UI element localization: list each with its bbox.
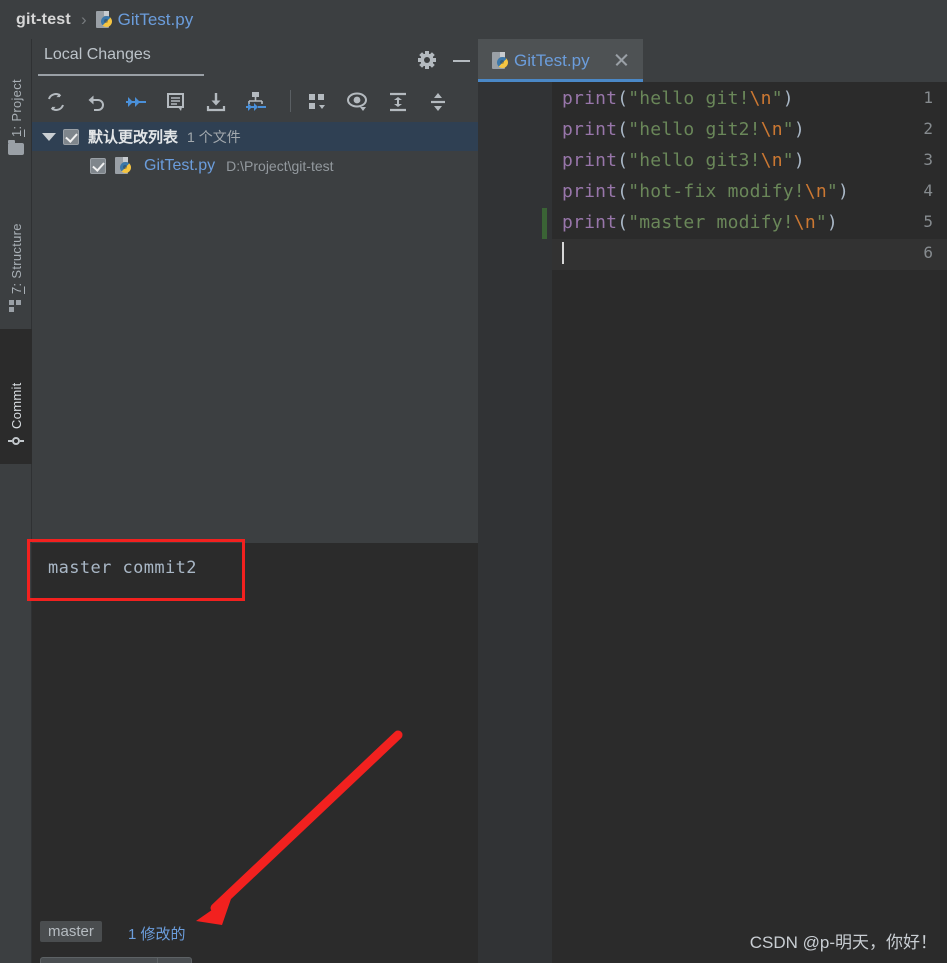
python-file-icon: [95, 10, 113, 29]
modified-files-link[interactable]: 1 修改的: [128, 923, 186, 944]
chevron-down-icon[interactable]: [42, 132, 56, 141]
breadcrumb-project[interactable]: git-test: [16, 11, 71, 29]
commit-message-input[interactable]: master commit2: [34, 548, 477, 610]
changelist-file-count: 1 个文件: [187, 128, 241, 145]
changelist-checkbox[interactable]: [63, 128, 79, 145]
commit-button[interactable]: Commit: [40, 957, 158, 963]
sidebar-item-commit-label: Commit: [8, 382, 24, 429]
editor-tab-label: GitTest.py: [514, 50, 590, 70]
minimize-icon[interactable]: [453, 51, 473, 71]
structure-icon: [0, 294, 32, 318]
branch-line: master 1 修改的: [32, 921, 478, 949]
commit-actions: Commit Amend: [32, 957, 478, 963]
sidebar-item-project[interactable]: 1: Project: [0, 43, 32, 163]
eye-preview-icon[interactable]: [346, 90, 370, 114]
watermark: CSDN @p-明天，你好！: [749, 933, 937, 952]
sidebar-item-project-label: 1: Project: [8, 79, 24, 137]
gear-icon[interactable]: [418, 51, 438, 71]
breadcrumb-separator: ›: [80, 9, 87, 29]
modified-line-marker[interactable]: [542, 208, 547, 239]
panel-header: Local Changes: [32, 39, 478, 82]
editor-tab-gittest[interactable]: GitTest.py: [478, 39, 643, 82]
python-file-icon: [492, 51, 509, 70]
text-caret: [562, 242, 564, 264]
code-line[interactable]: print("hot-fix modify!\n"): [562, 181, 849, 202]
code-line[interactable]: print("master modify!\n"): [562, 212, 838, 233]
diff-collapse-icon[interactable]: [124, 90, 148, 114]
line-number-gutter: [478, 82, 552, 963]
code-line[interactable]: print("hello git3!\n"): [562, 150, 805, 171]
move-changelist-icon[interactable]: [244, 90, 268, 114]
rollback-icon[interactable]: [84, 90, 108, 114]
code-line[interactable]: print("hello git2!\n"): [562, 119, 805, 140]
line-number: 1: [923, 88, 933, 107]
file-path: D:\Project\git-test: [226, 157, 334, 174]
shelve-download-icon[interactable]: [204, 90, 228, 114]
expand-all-icon[interactable]: [386, 90, 410, 114]
line-number: 3: [923, 150, 933, 169]
changes-toolbar: [32, 82, 478, 122]
ide-window: git-test › GitTest.py 1: Project 7: Stru…: [0, 0, 947, 963]
editor-tab-strip: GitTest.py: [478, 39, 947, 82]
code-editor[interactable]: 1 print("hello git!\n") 2 print("hello git2…: [478, 82, 947, 963]
commit-node-icon: [0, 429, 32, 453]
folder-icon: [0, 137, 32, 161]
commit-dropdown-button[interactable]: [158, 957, 192, 963]
line-number: 6: [923, 243, 933, 262]
line-number: 4: [923, 181, 933, 200]
tab-underline: [38, 74, 204, 76]
sidebar-item-structure[interactable]: 7: Structure: [0, 179, 32, 324]
branch-badge: master: [40, 921, 102, 942]
changed-file-row[interactable]: GitTest.py D:\Project\git-test: [32, 151, 478, 180]
refresh-icon[interactable]: [44, 90, 68, 114]
code-line[interactable]: print("hello git!\n"): [562, 88, 794, 109]
line-number: 2: [923, 119, 933, 138]
file-checkbox[interactable]: [90, 157, 106, 174]
line-number: 5: [923, 212, 933, 231]
group-by-icon[interactable]: [306, 90, 330, 114]
comment-icon[interactable]: [164, 90, 188, 114]
changelist-name: 默认更改列表: [88, 129, 179, 146]
current-line-highlight: [552, 239, 947, 270]
editor-area: GitTest.py 1 print("hello git!\n") 2 print(…: [478, 39, 947, 963]
commit-message-zone: master commit2 master 1 修改的 Commit Amend: [32, 543, 478, 963]
tab-local-changes[interactable]: Local Changes: [44, 46, 151, 64]
python-file-icon: [115, 156, 132, 175]
sidebar-item-commit[interactable]: Commit: [0, 329, 32, 464]
close-icon[interactable]: [614, 52, 629, 67]
breadcrumb-file[interactable]: GitTest.py: [118, 10, 194, 30]
collapse-all-icon[interactable]: [426, 90, 450, 114]
changes-tree: 默认更改列表 1 个文件 GitTest.py D:\Project\git-t…: [32, 122, 478, 582]
commit-tool-window: Local Changes 默认更改列表 1 个文件 GitTest.py D:…: [32, 39, 478, 963]
file-name: GitTest.py: [144, 156, 216, 174]
left-tool-strip: 1: Project 7: Structure Commit: [0, 39, 32, 963]
changelist-row[interactable]: 默认更改列表 1 个文件: [32, 122, 478, 151]
breadcrumb: git-test › GitTest.py: [0, 0, 947, 39]
sidebar-item-structure-label: 7: Structure: [8, 223, 24, 294]
